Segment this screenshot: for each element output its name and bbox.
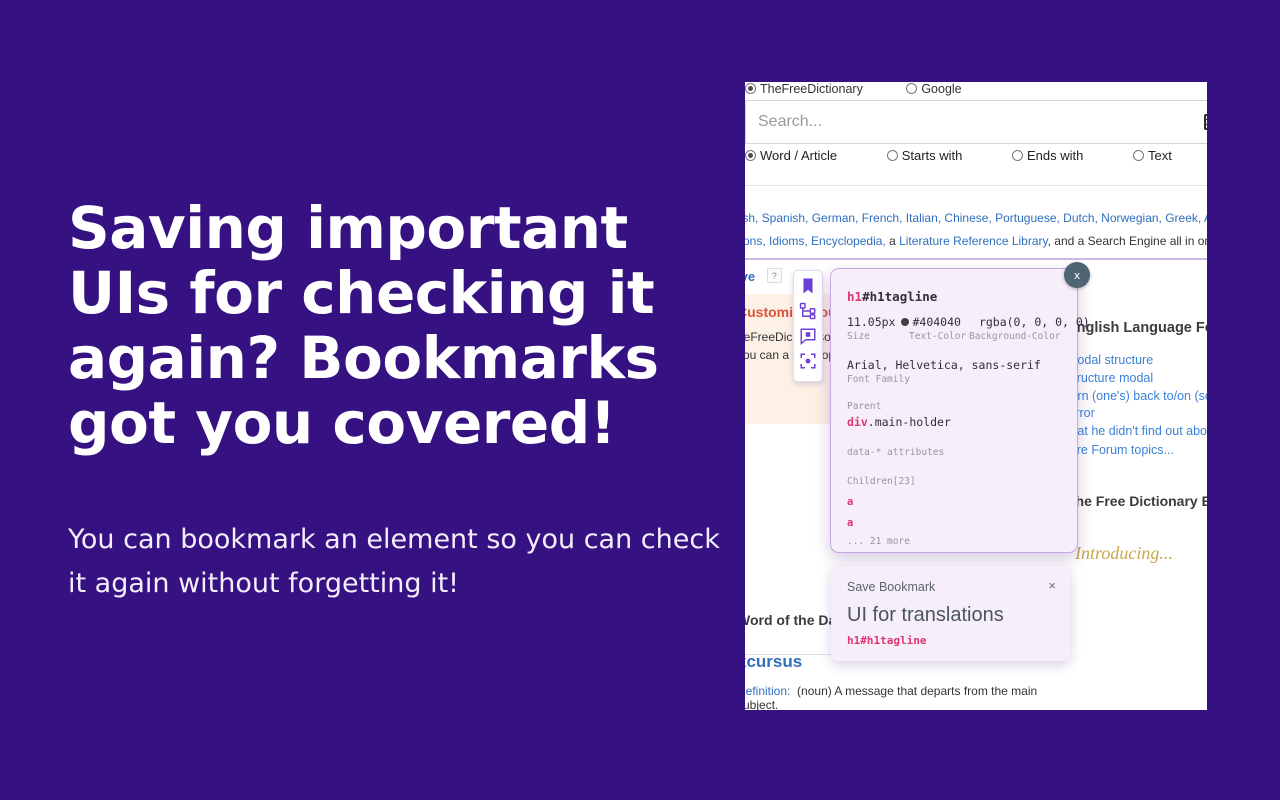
wotd-definition-row: Definition: (noun) A message that depart… xyxy=(745,684,1053,710)
inspector-children-label: Children[23] xyxy=(847,476,916,487)
engine-option-label: TheFreeDictionary xyxy=(760,82,863,96)
divider xyxy=(745,185,1207,186)
inspector-size-label: Size xyxy=(847,331,870,342)
list-item[interactable]: that he didn't find out abou xyxy=(1067,423,1207,441)
inspector-close-button[interactable]: x xyxy=(1064,262,1090,288)
blog-introducing-text: Introducing... xyxy=(1075,542,1173,563)
element-inspector-panel: h1#h1tagline 11.05px #404040 rgba(0, 0, 0,… xyxy=(830,268,1090,553)
radio-icon xyxy=(1133,150,1144,161)
marketing-copy: Saving important UIs for checking it aga… xyxy=(68,196,728,605)
inspector-text-color-label: Text-Color xyxy=(909,331,967,342)
close-icon[interactable]: × xyxy=(1048,578,1056,593)
inspector-data-attributes-label: data-* attributes xyxy=(847,447,945,458)
radio-icon xyxy=(906,83,918,94)
inspector-selector-id: #h1tagline xyxy=(862,289,938,304)
radio-icon xyxy=(745,83,756,94)
engine-option-google[interactable]: Google xyxy=(906,82,962,96)
language-links[interactable]: lish, Spanish, German, French, Italian, … xyxy=(745,211,1207,225)
list-item[interactable]: Error xyxy=(1067,405,1207,423)
element-action-toolbar xyxy=(793,270,823,382)
mode-option-label: Ends with xyxy=(1027,148,1084,163)
inspector-children-more[interactable]: ... 21 more xyxy=(847,536,1061,547)
slide-root: Saving important UIs for checking it aga… xyxy=(0,0,1280,800)
mode-option-label: Starts with xyxy=(901,148,963,163)
tagline-link-idioms[interactable]: Idioms, Encyclopedia, xyxy=(769,234,886,248)
page-right-column: English Language For Modal structure str… xyxy=(1067,268,1207,710)
live-help-badge[interactable]: ? xyxy=(766,268,782,283)
mode-option-ends-with[interactable]: Ends with xyxy=(1012,148,1083,163)
search-placeholder: Search... xyxy=(758,113,823,130)
language-link-list[interactable]: lish, Spanish, German, French, Italian, … xyxy=(745,211,1207,225)
mode-option-word-article[interactable]: Word / Article xyxy=(745,148,837,163)
list-item[interactable]: turn (one's) back to/on (so xyxy=(1067,388,1207,406)
tagline-suffix: , and a Search Engine all in one! xyxy=(1047,234,1207,248)
mode-option-starts-with[interactable]: Starts with xyxy=(886,148,963,163)
inspector-parent-value[interactable]: div.main-holder xyxy=(847,415,1061,429)
page-title: Saving important UIs for checking it aga… xyxy=(68,194,659,457)
bookmark-icon[interactable] xyxy=(799,277,817,295)
inspector-selector: h1#h1tagline xyxy=(847,289,1061,304)
tree-structure-icon[interactable] xyxy=(799,302,817,320)
site-tagline: tions, Idioms, Encyclopedia, a Literatur… xyxy=(745,234,1207,248)
accent-divider xyxy=(745,258,1207,260)
inspector-background-color-value: rgba(0, 0, 0, 0) xyxy=(978,315,1090,329)
list-item[interactable]: structure modal xyxy=(1067,370,1207,388)
save-bookmark-title: Save Bookmark xyxy=(847,580,936,594)
search-input[interactable]: Search... xyxy=(745,100,1207,144)
engine-option-label: Google xyxy=(921,82,962,96)
search-engine-radio-group: TheFreeDictionary Google ? xyxy=(745,82,1207,100)
inspector-style-labels: Size Text-Color Background-Color xyxy=(847,331,1061,342)
inspector-background-color-label: Background-Color xyxy=(969,331,1061,342)
inspector-font-size-value: 11.05px xyxy=(847,315,896,329)
tagline-link-literature[interactable]: Literature Reference Library xyxy=(899,234,1048,248)
comment-icon[interactable] xyxy=(799,327,817,346)
bookmark-selector: h1#h1tagline xyxy=(847,634,927,647)
live-row: ive ? xyxy=(745,268,782,284)
search-mode-radio-group: Word / Article Starts with Ends with Tex… xyxy=(745,148,1207,163)
mode-option-text[interactable]: Text xyxy=(1133,148,1172,163)
inspector-selector-tag: h1 xyxy=(847,289,863,304)
live-label[interactable]: ive xyxy=(745,269,755,284)
inspector-parent-class: .main-holder xyxy=(867,415,951,429)
inspector-child-item[interactable]: a xyxy=(847,496,1061,508)
blog-title: The Free Dictionary B xyxy=(1067,492,1207,509)
radio-icon xyxy=(745,150,756,161)
page-subtitle: You can bookmark an element so you can c… xyxy=(68,523,720,599)
forum-topic-list: Modal structure structure modal turn (on… xyxy=(1067,352,1207,441)
focus-target-icon[interactable] xyxy=(799,352,817,370)
radio-icon xyxy=(1012,150,1023,161)
save-bookmark-card: Save Bookmark × UI for translations h1#h… xyxy=(831,566,1070,661)
inspector-parent-tag: div xyxy=(847,415,868,429)
inspector-text-color-value: #404040 xyxy=(912,315,961,329)
mode-option-label: Word / Article xyxy=(760,148,838,163)
inspector-font-family-label: Font Family xyxy=(847,374,910,385)
inspector-style-values: 11.05px #404040 rgba(0, 0, 0, 0) xyxy=(847,315,1090,329)
inspector-child-item[interactable]: a xyxy=(847,517,1061,529)
inspector-font-family-value: Arial, Helvetica, sans-serif xyxy=(847,358,1041,372)
tagline-link-dictionaries[interactable]: tions, xyxy=(745,234,769,248)
keyboard-icon[interactable] xyxy=(1204,114,1207,130)
wotd-definition-label: Definition: xyxy=(745,684,791,698)
list-item[interactable]: Modal structure xyxy=(1067,352,1207,370)
forum-more-link[interactable]: lore Forum topics... xyxy=(1067,443,1207,457)
tagline-mid: a xyxy=(885,234,900,248)
mode-option-label: Text xyxy=(1148,148,1172,163)
inspector-parent-label: Parent xyxy=(847,401,882,412)
bookmark-name-value[interactable]: UI for translations xyxy=(847,604,1054,627)
engine-option-thefreedictionary[interactable]: TheFreeDictionary xyxy=(745,82,863,96)
radio-icon xyxy=(886,150,898,161)
color-swatch-icon xyxy=(901,318,910,326)
